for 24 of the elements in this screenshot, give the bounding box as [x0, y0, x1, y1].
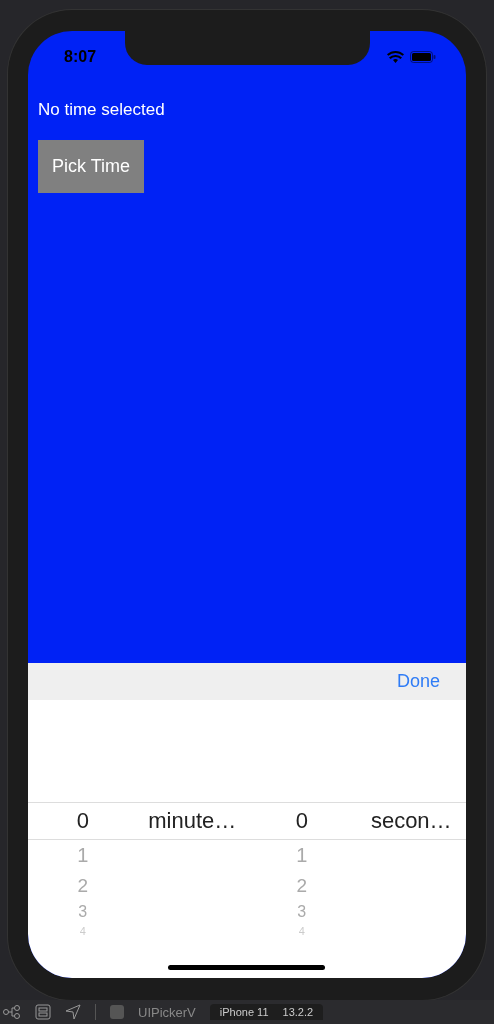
picker-value[interactable]: 3	[78, 903, 88, 921]
status-label: No time selected	[38, 100, 165, 120]
device-name: iPhone 11	[219, 1006, 269, 1018]
pick-time-button[interactable]: Pick Time	[38, 140, 144, 193]
picker-value[interactable]: 0	[76, 808, 89, 834]
picker-value[interactable]: 3	[297, 903, 307, 921]
picker-value[interactable]: 1	[296, 844, 308, 867]
scheme-name[interactable]: UIPickerV	[138, 1004, 196, 1020]
picker-value[interactable]: 2	[296, 875, 308, 897]
layout-icon[interactable]	[35, 1004, 51, 1020]
picker-unit: minute…	[148, 808, 237, 834]
picker-value[interactable]: 2	[77, 875, 89, 897]
location-icon[interactable]	[65, 1004, 81, 1020]
app-icon	[110, 1005, 124, 1019]
wifi-icon	[387, 51, 404, 63]
done-button[interactable]: Done	[396, 671, 440, 692]
hierarchy-icon[interactable]	[3, 1005, 21, 1019]
os-version: 13.2.2	[282, 1006, 314, 1018]
picker-unit: secon…	[370, 808, 452, 834]
picker-value[interactable]: 0	[295, 808, 308, 834]
device-tab[interactable]: iPhone 11 13.2.2	[209, 1004, 324, 1020]
status-time: 8:07	[64, 48, 97, 66]
battery-icon	[410, 51, 436, 63]
picker-value[interactable]: 1	[77, 844, 89, 867]
